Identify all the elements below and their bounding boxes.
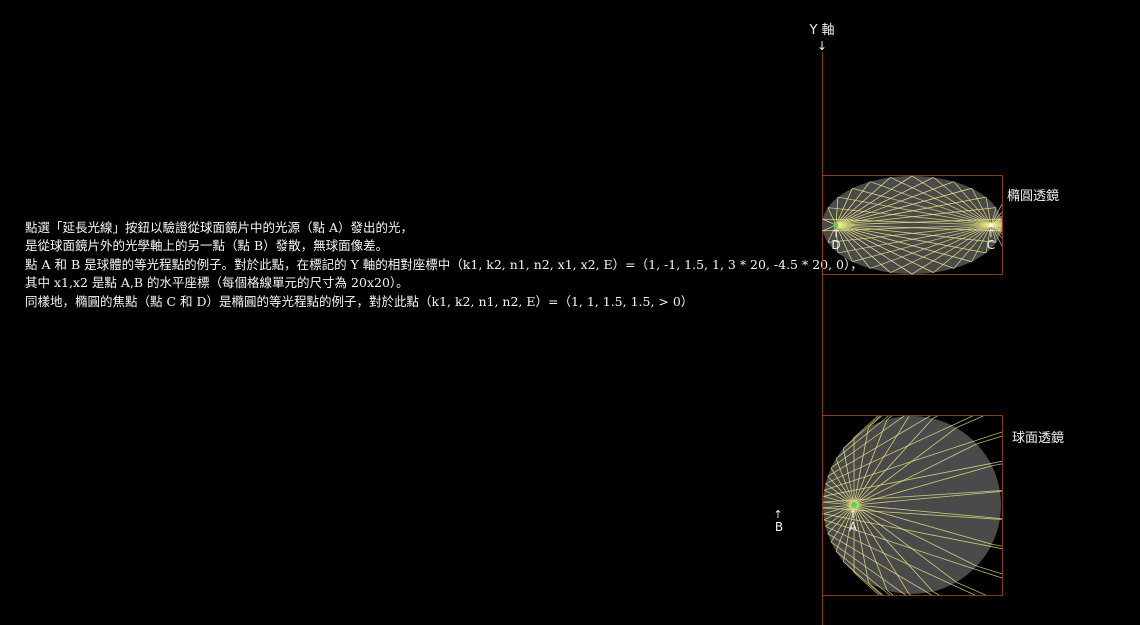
ellipse-lens-body (822, 176, 1002, 274)
sphere-lens-label: 球面透鏡 (1012, 431, 1064, 446)
ellipse-lens-label: 橢圓透鏡 (1007, 189, 1059, 204)
light-ray (976, 435, 1003, 445)
light-ray (908, 593, 911, 596)
y-axis-arrow-icon: ↓ (817, 39, 827, 53)
point-c-label: C (987, 238, 995, 252)
point-a-label: A (849, 520, 858, 534)
light-ray (932, 415, 938, 419)
sphere-lens[interactable] (822, 415, 1003, 596)
optics-diagram: Y 軸 ↓ 橢圓透鏡 ↑ D ↑ C 球面透鏡 ↑ A ↑ B (773, 23, 1064, 625)
light-ray (991, 463, 1003, 467)
y-axis-label: Y 軸 (808, 23, 834, 38)
light-ray (991, 543, 1003, 547)
optics-scene: 點選「延長光線」按鈕以驗證從球面鏡片中的光源（點 A）發出的光， 是從球面鏡片外… (0, 0, 1140, 625)
light-ray (932, 591, 940, 596)
ellipse-lens[interactable] (822, 175, 1003, 275)
point-b-label: B (775, 520, 783, 534)
light-ray (976, 565, 1003, 575)
point-d-label: D (831, 238, 840, 252)
